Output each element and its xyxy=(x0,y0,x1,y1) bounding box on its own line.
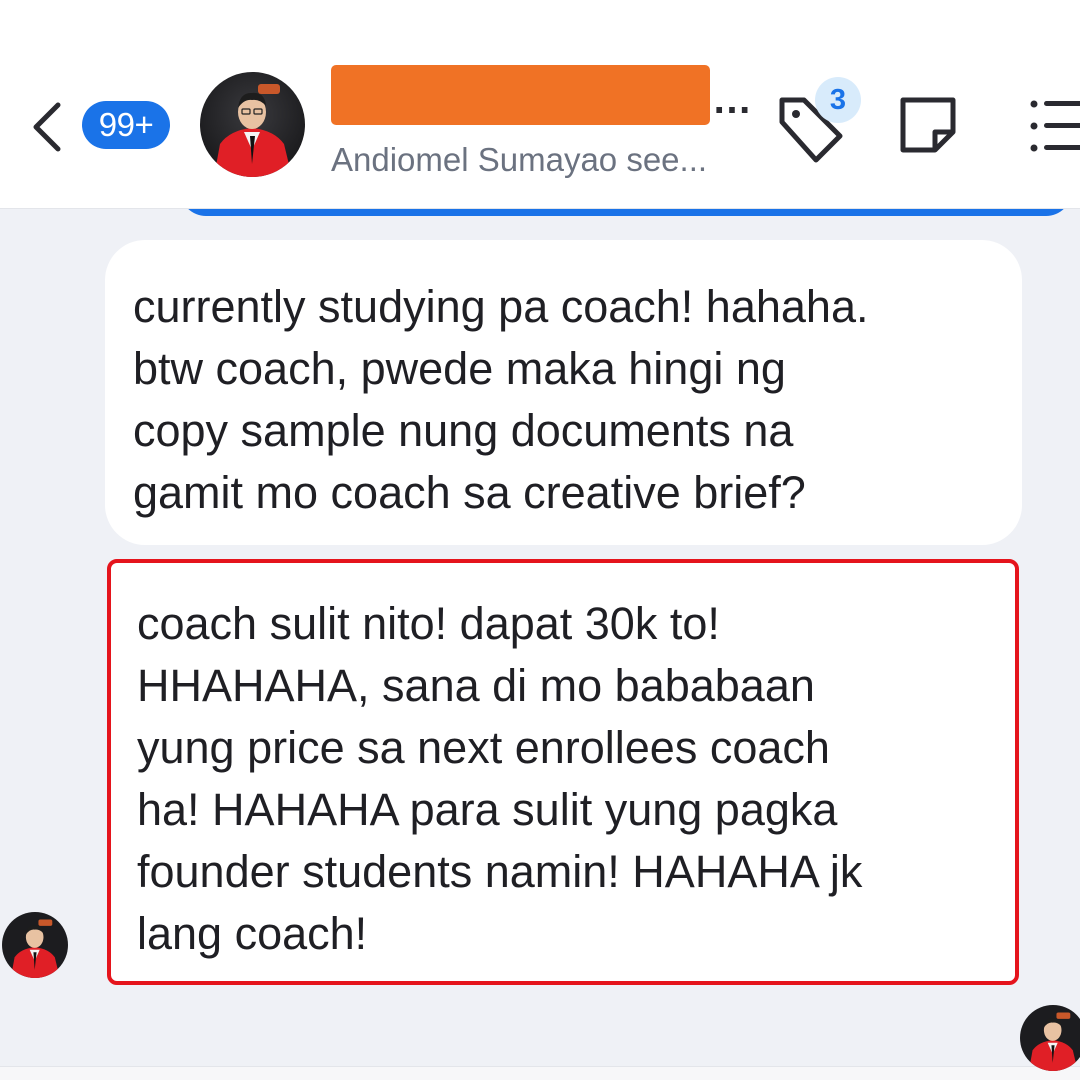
chat-screen: 99+ … Andiomel Sumayao see... 3 currentl… xyxy=(0,0,1080,1080)
message-text-line: currently studying pa coach! hahaha. xyxy=(133,281,869,332)
message-text-line: yung price sa next enrollees coach xyxy=(137,722,830,773)
menu-button[interactable] xyxy=(1024,98,1080,154)
message-text-line: btw coach, pwede maka hingi ng xyxy=(133,343,786,394)
message-text-line: founder students namin! HAHAHA jk xyxy=(137,846,863,897)
contact-avatar[interactable] xyxy=(200,72,305,177)
contact-name-overflow: … xyxy=(712,78,752,122)
message-text-line: gamit mo coach sa creative brief? xyxy=(133,467,806,518)
read-receipt-avatar xyxy=(1020,1005,1080,1071)
unread-count-badge[interactable]: 99+ xyxy=(82,101,170,149)
seen-status-text: Andiomel Sumayao see... xyxy=(331,141,708,178)
message-text-line: ha! HAHAHA para sulit yung pagka xyxy=(137,784,838,835)
list-menu-icon xyxy=(1030,100,1080,152)
chat-header: 99+ … Andiomel Sumayao see... 3 xyxy=(0,0,1080,209)
avatar-photo xyxy=(2,912,68,978)
message-text-line: coach sulit nito! dapat 30k to! xyxy=(137,598,720,649)
avatar-photo xyxy=(200,72,305,177)
sender-avatar[interactable] xyxy=(2,912,68,978)
composer-area xyxy=(0,1066,1080,1080)
message-text-line: lang coach! xyxy=(137,908,368,959)
sticky-note-icon xyxy=(900,97,956,153)
avatar-photo xyxy=(1020,1005,1080,1071)
highlighted-message-bubble[interactable]: coach sulit nito! dapat 30k to! HHAHAHA,… xyxy=(107,559,1019,985)
note-button[interactable] xyxy=(895,92,963,160)
incoming-message-bubble[interactable]: currently studying pa coach! hahaha. btw… xyxy=(105,240,1022,545)
message-text-line: HHAHAHA, sana di mo bababaan xyxy=(137,660,815,711)
tag-count-badge: 3 xyxy=(815,77,861,123)
contact-name-redacted[interactable] xyxy=(331,65,710,125)
back-button[interactable] xyxy=(22,95,70,159)
chevron-left-icon xyxy=(33,102,61,152)
message-text-line: copy sample nung documents na xyxy=(133,405,794,456)
